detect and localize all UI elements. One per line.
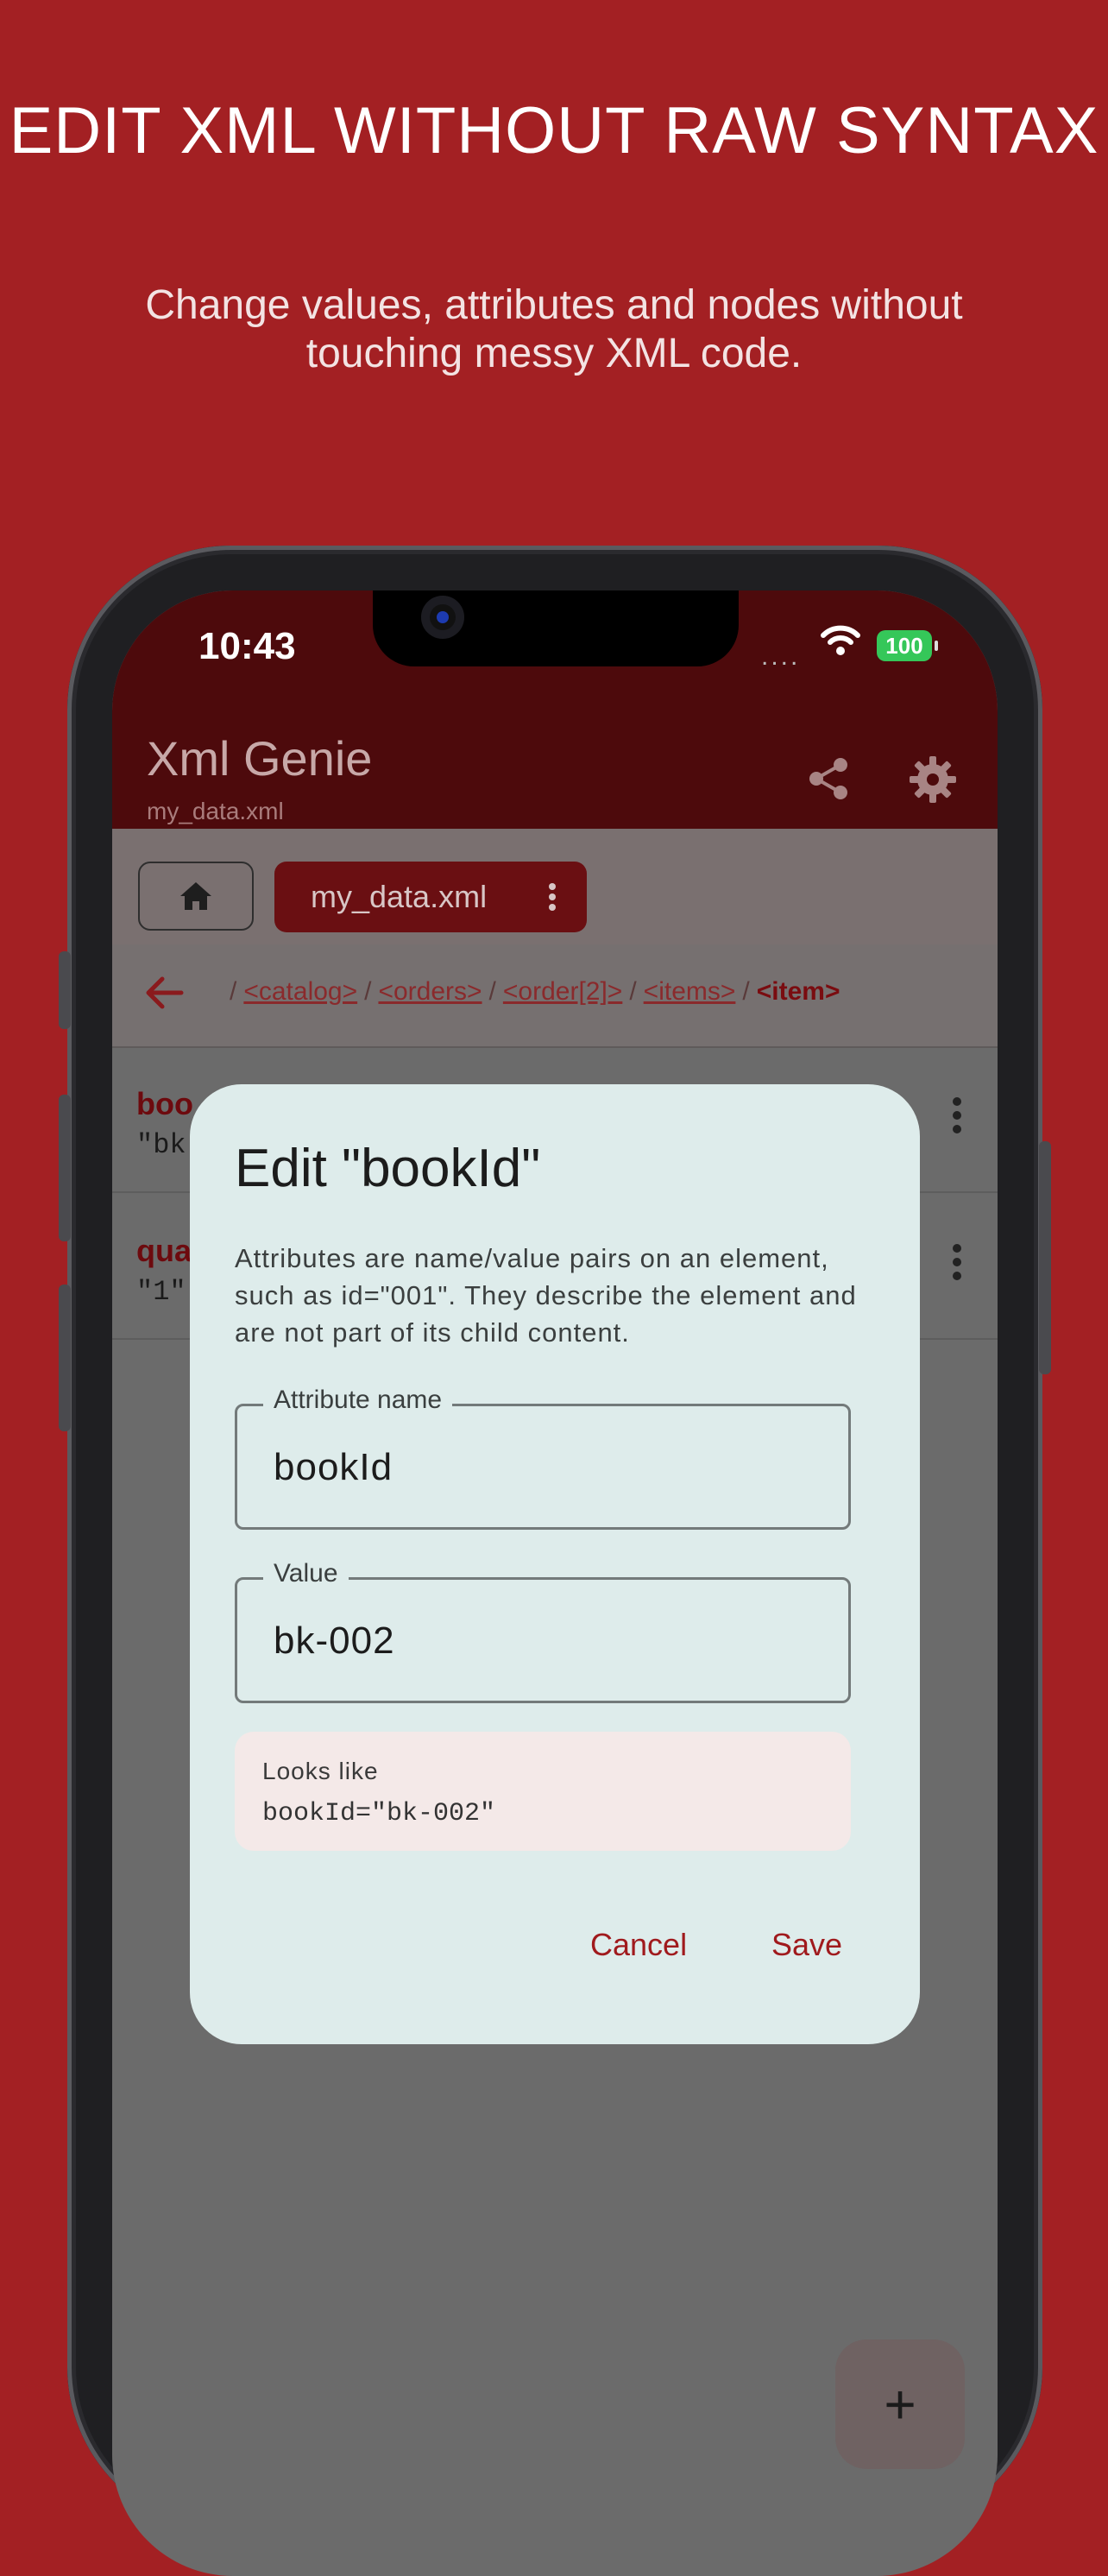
add-node-fab[interactable]: + <box>835 2339 965 2469</box>
app-title: Xml Genie <box>147 731 373 786</box>
file-tab-chip[interactable]: my_data.xml <box>274 862 587 932</box>
breadcrumb-separator: / <box>629 977 637 1006</box>
breadcrumb-separator: / <box>742 977 750 1006</box>
volume-up-button <box>59 1095 71 1241</box>
attribute-name-input[interactable]: bookId <box>274 1446 393 1489</box>
file-tab-row: my_data.xml <box>112 829 998 944</box>
home-icon <box>180 882 211 910</box>
dialog-title: Edit "bookId" <box>235 1139 541 1198</box>
attribute-name-label: Attribute name <box>263 1386 453 1415</box>
save-button[interactable]: Save <box>771 1927 842 1963</box>
breadcrumb: / <catalog> / <orders> / <order[2]> / <items> / <… <box>112 944 998 1048</box>
attribute-value-input[interactable]: bk-002 <box>274 1619 395 1663</box>
attribute-name: qua <box>136 1233 192 1268</box>
camera-icon <box>421 596 464 639</box>
breadcrumb-separator: / <box>364 977 372 1006</box>
attribute-value-label: Value <box>263 1559 349 1588</box>
breadcrumb-item-order[interactable]: <order[2]> <box>503 977 622 1006</box>
more-vert-icon[interactable] <box>547 882 557 919</box>
preview-box: Looks like bookId="bk-002" <box>235 1732 851 1851</box>
wifi-icon <box>820 623 861 662</box>
promo-subheadline: Change values, attributes and nodes with… <box>145 282 963 376</box>
power-button <box>1039 1141 1051 1374</box>
attribute-value-field[interactable]: Value bk-002 <box>235 1559 851 1703</box>
app-bar: Xml Genie my_data.xml <box>112 722 998 829</box>
notch <box>373 590 739 666</box>
breadcrumb-item-catalog[interactable]: <catalog> <box>243 977 357 1006</box>
volume-down-button <box>59 1285 71 1431</box>
breadcrumb-separator: / <box>488 977 496 1006</box>
more-vert-icon[interactable] <box>951 1096 963 1139</box>
breadcrumb-item-orders[interactable]: <orders> <box>378 977 482 1006</box>
silent-switch <box>59 951 71 1029</box>
preview-label: Looks like <box>262 1758 379 1784</box>
edit-attribute-dialog: Edit "bookId" Attributes are name/value … <box>190 1084 920 2044</box>
battery-indicator: 100 <box>877 630 938 661</box>
share-icon[interactable] <box>804 754 853 807</box>
breadcrumb-current: <item> <box>756 977 840 1006</box>
home-button[interactable] <box>138 862 254 931</box>
file-tab-label: my_data.xml <box>311 879 488 914</box>
breadcrumb-item-items[interactable]: <items> <box>644 977 736 1006</box>
app-subtitle: my_data.xml <box>147 798 284 824</box>
cancel-button[interactable]: Cancel <box>590 1927 687 1963</box>
dialog-description: Attributes are name/value pairs on an el… <box>235 1243 857 1348</box>
gear-icon[interactable] <box>908 754 958 809</box>
signal-icon: .... <box>761 642 801 671</box>
more-vert-icon[interactable] <box>951 1243 963 1285</box>
status-time: 10:43 <box>198 625 296 667</box>
preview-code: bookId="bk-002" <box>262 1799 496 1828</box>
attribute-name-field[interactable]: Attribute name bookId <box>235 1386 851 1530</box>
back-arrow-icon[interactable] <box>142 970 186 1020</box>
promo-headline: EDIT XML WITHOUT RAW SYNTAX <box>9 94 1099 167</box>
breadcrumb-separator: / <box>230 977 237 1006</box>
breadcrumb-trail: / <catalog> / <orders> / <order[2]> / <items> / <… <box>223 977 840 1007</box>
attribute-value: "1" <box>136 1276 186 1308</box>
attribute-name: boo <box>136 1086 193 1121</box>
status-bar: 10:43 .... 100 <box>112 590 998 722</box>
